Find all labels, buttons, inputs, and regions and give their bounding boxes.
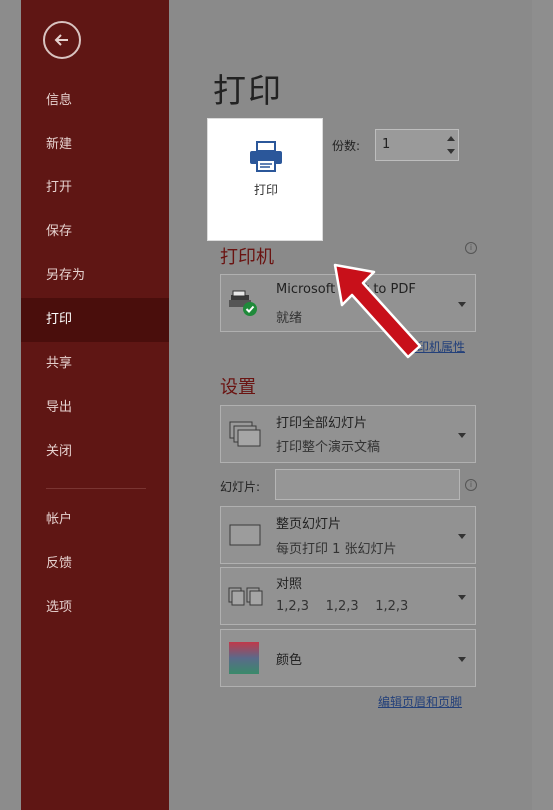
collate-dropdown[interactable]: 对照 1,2,3 1,2,3 1,2,3 [220, 567, 476, 625]
info-icon[interactable]: i [465, 479, 477, 491]
color-swatch-icon [229, 642, 259, 674]
settings-section-title: 设置 [220, 377, 256, 398]
printer-ready-icon [229, 290, 257, 316]
sidebar-item-account[interactable]: 帐户 [21, 498, 169, 542]
chevron-down-icon [458, 595, 466, 600]
edit-header-footer-link[interactable]: 编辑页眉和页脚 [378, 693, 462, 710]
red-arrow-annotation [333, 263, 422, 359]
page-title: 打印 [213, 71, 283, 110]
print-button[interactable]: 打印 [207, 118, 323, 241]
print-range-dropdown[interactable]: 打印全部幻灯片 打印整个演示文稿 [220, 405, 476, 463]
collate-title: 对照 [276, 577, 303, 592]
layout-title: 整页幻灯片 [276, 517, 342, 532]
print-range-subtitle: 打印整个演示文稿 [276, 440, 381, 455]
sidebar-item-open[interactable]: 打开 [21, 166, 169, 210]
sidebar-item-save[interactable]: 保存 [21, 210, 169, 254]
sidebar-item-close[interactable]: 关闭 [21, 430, 169, 474]
copies-value[interactable]: 1 [382, 137, 390, 152]
layout-dropdown[interactable]: 整页幻灯片 每页打印 1 张幻灯片 [220, 506, 476, 564]
printer-icon [250, 141, 282, 172]
collate-icon [228, 587, 263, 606]
sidebar-item-info[interactable]: 信息 [21, 79, 169, 123]
chevron-down-icon [458, 433, 466, 438]
print-pane: 打印 打印 份数: 1 打印机 i Microsoft Print to PDF… [169, 0, 532, 810]
spin-up-icon[interactable] [446, 133, 456, 145]
sidebar-divider [46, 488, 146, 489]
chevron-down-icon [458, 657, 466, 662]
slides-stack-icon [229, 421, 261, 447]
sidebar-item-print[interactable]: 打印 [21, 298, 169, 342]
copies-spinner[interactable]: 1 [375, 129, 459, 161]
printer-section-title: 打印机 [220, 247, 274, 268]
right-margin [532, 0, 553, 810]
collate-subtitle: 1,2,3 1,2,3 1,2,3 [276, 599, 409, 614]
color-title: 颜色 [276, 653, 303, 668]
print-button-label: 打印 [253, 183, 278, 197]
sidebar-item-save-as[interactable]: 另存为 [21, 254, 169, 298]
sidebar-item-new[interactable]: 新建 [21, 123, 169, 167]
color-dropdown[interactable]: 颜色 [220, 629, 476, 687]
sidebar-item-options[interactable]: 选项 [21, 586, 169, 630]
printer-status: 就绪 [276, 311, 303, 326]
copies-label: 份数: [332, 139, 361, 153]
sidebar-item-share[interactable]: 共享 [21, 342, 169, 386]
print-range-title: 打印全部幻灯片 [276, 416, 368, 431]
arrow-left-icon [54, 34, 68, 46]
back-button[interactable] [43, 21, 81, 59]
sidebar-item-feedback[interactable]: 反馈 [21, 542, 169, 586]
layout-subtitle: 每页打印 1 张幻灯片 [276, 542, 397, 557]
sidebar-item-export[interactable]: 导出 [21, 386, 169, 430]
backstage-sidebar: 信息 新建 打开 保存 另存为 打印 共享 导出 关闭 帐户 反馈 选项 [21, 0, 169, 810]
chevron-down-icon [458, 534, 466, 539]
full-page-slide-icon [229, 524, 261, 546]
slides-label: 幻灯片: [220, 480, 261, 494]
slides-input[interactable] [275, 469, 460, 500]
left-margin [0, 0, 21, 810]
chevron-down-icon [458, 302, 466, 307]
spin-down-icon[interactable] [446, 146, 456, 158]
info-icon[interactable]: i [465, 242, 477, 254]
